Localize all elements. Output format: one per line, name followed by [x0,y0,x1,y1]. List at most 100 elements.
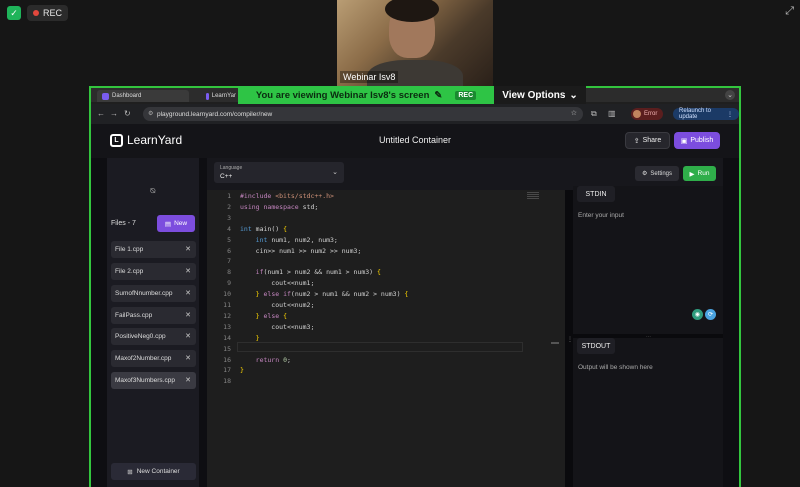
close-icon[interactable]: ✕ [185,354,191,362]
new-container-button[interactable]: ⊞ New Container [111,463,196,480]
tab-label: Dashboard [112,93,142,99]
url-field[interactable]: ⚙ playground.learnyard.com/compiler/new … [143,107,583,121]
refresh-icon[interactable]: ⟳ [705,309,716,320]
learnyard-favicon-icon [102,92,109,100]
back-icon[interactable]: ← [97,109,105,118]
share-button[interactable]: ⇪ Share [625,132,670,149]
publish-button[interactable]: ▣ Publish [674,132,720,149]
stdout-output: Output will be shown here [578,364,653,371]
run-button[interactable]: ▶ Run [683,166,716,181]
relaunch-button[interactable]: Relaunch to update ⋮ [673,108,739,120]
file-item[interactable]: FailPass.cpp ✕ [111,307,196,324]
file-name: Maxof3Numbers.cpp [115,377,175,384]
current-line-highlight [237,342,523,352]
file-item[interactable]: SumofNnumber.cpp ✕ [111,285,196,302]
line-number: 2 [227,202,231,211]
line-number: 14 [223,333,231,342]
new-file-button[interactable]: ▤ New [157,215,195,232]
close-icon[interactable]: ✕ [185,332,191,340]
line-number: 13 [223,322,231,331]
learnyard-favicon-icon [206,92,209,100]
new-container-label: New Container [136,468,180,475]
close-icon[interactable]: ✕ [185,311,191,319]
new-file-label: New [174,220,188,227]
line-number: 7 [227,257,231,266]
line-number-gutter: 1 2 3 4 5 6 7 8 9 10 11 12 13 14 15 16 17 18 [207,190,237,487]
close-icon[interactable]: ✕ [185,289,191,297]
bookmark-star-icon[interactable]: ☆ [571,109,577,117]
line-number: 17 [223,366,231,375]
code-line: using namespace std; [240,202,319,211]
play-icon: ▶ [689,170,695,178]
tab-learnyard[interactable]: LearnYar [201,90,241,102]
floating-actions: ◉ ⟳ [692,309,716,320]
shield-icon: ✓ [7,6,21,20]
close-icon[interactable]: ✕ [185,376,191,384]
learnyard-app: L LearnYard Untitled Container ⇪ Share ▣… [91,124,739,487]
file-name: File 1.cpp [115,246,144,253]
stdin-input[interactable]: Enter your input [578,212,624,219]
extensions-icon[interactable]: ⧉ [591,109,597,119]
tab-search-icon[interactable]: ⌄ [725,90,735,100]
recording-dot-icon [33,10,39,16]
code-line: cout<<num1; [240,279,315,288]
publish-icon: ▣ [680,137,688,145]
line-number: 1 [227,192,231,200]
webcam-name: Webinar Isv8 [340,71,399,83]
expand-icon[interactable]: ⤢ [785,5,794,18]
stdout-panel: STDOUT Output will be shown here [573,338,723,487]
profile-error-button[interactable]: Error [631,108,664,120]
file-item[interactable]: PositiveNeg0.cpp ✕ [111,328,196,345]
new-file-icon: ▤ [164,220,172,228]
chevron-down-icon: ⌄ [569,89,578,101]
address-bar-row: ← → ↻ ⚙ playground.learnyard.com/compile… [91,104,739,124]
line-number: 16 [223,355,231,364]
viewing-text: You are viewing Webinar Isv8's screen [255,89,430,101]
file-name: PositiveNeg0.cpp [115,333,166,340]
file-name: SumofNnumber.cpp [115,290,173,297]
location-icon[interactable]: ◉ [692,309,703,320]
app-header: L LearnYard Untitled Container ⇪ Share ▣… [91,124,739,158]
avatar [633,110,641,118]
language-value: C++ [220,173,233,180]
forward-icon[interactable]: → [110,109,118,118]
code-editor[interactable]: 1 2 3 4 5 6 7 8 9 10 11 12 13 14 15 16 17 18 #include <bi… [207,190,565,487]
file-item-active[interactable]: Maxof3Numbers.cpp ✕ [111,372,196,389]
close-icon[interactable]: ✕ [185,245,191,253]
file-item[interactable]: File 1.cpp ✕ [111,241,196,258]
language-select[interactable]: Language C++ ⌄ [214,162,344,183]
collapse-sidebar-icon[interactable]: ⦰ [150,188,156,196]
url-text: playground.learnyard.com/compiler/new [157,110,273,118]
stdout-tab: STDOUT [577,338,615,354]
code-line: } else if(num2 > num1 && num2 > num3) { [255,290,409,299]
recording-label: REC [43,8,63,18]
code-line: #include <bits/stdc++.h> [240,192,334,200]
reload-icon[interactable]: ↻ [124,109,131,118]
error-label: Error [644,111,658,117]
line-number: 3 [227,213,231,222]
relaunch-label: Relaunch to update [679,108,712,120]
file-name: File 2.cpp [115,268,144,275]
tab-dashboard[interactable]: Dashboard [97,90,189,102]
recording-badge: REC [27,5,69,21]
settings-label: Settings [650,170,673,177]
view-options-button[interactable]: View Options ⌄ [494,86,586,104]
file-item[interactable]: File 2.cpp ✕ [111,263,196,280]
settings-button[interactable]: ⚙ Settings [635,166,679,181]
vertical-resize-handle[interactable]: ⋮ [565,190,573,487]
code-line: return 0; [255,355,291,364]
code-line: cin>> num1 >> num2 >> num3; [240,246,362,255]
site-info-icon[interactable]: ⚙ [148,110,153,117]
code-line: cout<<num2; [240,301,315,309]
scrollbar-marker[interactable] [551,342,559,344]
tab-label: LearnYar [211,93,236,99]
new-container-icon: ⊞ [127,468,133,476]
file-item[interactable]: Maxof2Number.cpp ✕ [111,350,196,367]
code-line: int num1, num2, num3; [255,235,338,244]
sidepanel-icon[interactable]: ▥ [608,109,616,118]
line-number: 5 [227,235,231,244]
line-number: 8 [227,268,231,277]
minimap[interactable] [527,192,539,200]
close-icon[interactable]: ✕ [185,267,191,275]
code-line: } [240,366,244,375]
